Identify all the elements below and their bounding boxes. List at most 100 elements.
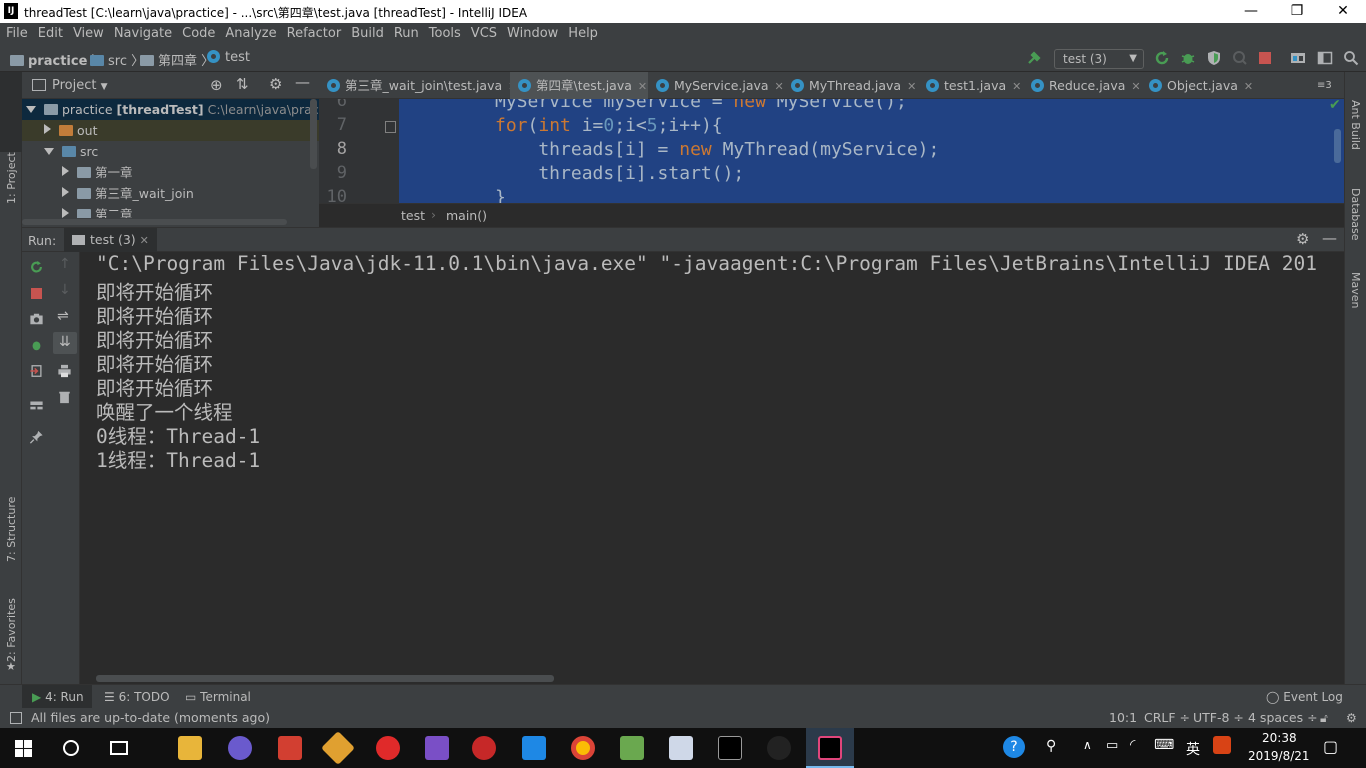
file-explorer-icon[interactable] — [178, 736, 202, 760]
search-icon[interactable] — [1343, 50, 1359, 66]
crosshair-icon[interactable]: ⊕ — [210, 76, 223, 94]
tree-node-practice[interactable]: practice [threadTest] C:\learn\java\prac… — [22, 99, 342, 120]
app-cat-icon[interactable] — [228, 736, 252, 760]
close-tab-icon[interactable]: ✕ — [1244, 80, 1253, 93]
menu-edit[interactable]: Edit — [32, 23, 67, 41]
wifi-icon[interactable]: ◜ — [1130, 737, 1135, 753]
keyboard-icon[interactable]: ⌨ — [1154, 737, 1174, 753]
search-icon[interactable] — [63, 740, 79, 756]
debug-bug-icon[interactable] — [1180, 50, 1196, 66]
ime-indicator[interactable]: 英 — [1186, 739, 1200, 759]
rerun-icon[interactable] — [29, 260, 44, 274]
layout-icon[interactable] — [1317, 50, 1333, 66]
tab-myservice[interactable]: MyService.java ✕ — [648, 72, 784, 99]
horizontal-scrollbar[interactable] — [22, 219, 287, 225]
tab-mythread[interactable]: MyThread.java ✕ — [783, 72, 918, 99]
hide-icon[interactable]: — — [1322, 229, 1337, 247]
bottom-tab-run[interactable]: ▶ 4: Run — [22, 685, 92, 709]
office-icon[interactable] — [278, 736, 302, 760]
close-tab-icon[interactable]: ✕ — [907, 80, 916, 93]
task-view-icon[interactable] — [110, 741, 128, 755]
notification-icon[interactable]: ▢ — [1323, 737, 1338, 756]
code-editor[interactable]: 6 7 8 9 10 MyService myService = new MyS… — [319, 99, 1344, 203]
tab-chapter4-test[interactable]: 第四章\test.java ✕ — [510, 72, 648, 99]
editor-scrollbar[interactable] — [1334, 129, 1341, 163]
caret-position[interactable]: 10:1 — [1109, 708, 1137, 728]
fold-icon[interactable] — [385, 121, 396, 133]
menu-refactor[interactable]: Refactor — [281, 23, 346, 41]
vertical-scrollbar[interactable] — [310, 99, 317, 169]
menu-window[interactable]: Window — [501, 23, 562, 41]
menu-code[interactable]: Code — [176, 23, 219, 41]
app-red-icon[interactable] — [472, 736, 496, 760]
intellij-taskbar-button[interactable] — [806, 728, 854, 768]
menu-navigate[interactable]: Navigate — [108, 23, 176, 41]
exit-icon[interactable] — [29, 364, 44, 378]
trash-icon[interactable] — [57, 390, 72, 404]
tab-chapter3-test[interactable]: 第三章_wait_join\test.java✕ — [319, 72, 517, 99]
layout-icon[interactable] — [29, 398, 44, 412]
gear-icon[interactable]: ⚙ — [269, 75, 282, 93]
windows-start-icon[interactable] — [15, 740, 32, 757]
chevron-up-icon[interactable]: ∧ — [1083, 738, 1092, 752]
menu-vcs[interactable]: VCS — [465, 23, 501, 41]
database-tool-button[interactable]: Database — [1349, 188, 1362, 241]
breadcrumb-method[interactable]: main() — [446, 208, 487, 223]
tab-object[interactable]: Object.java ✕ — [1141, 72, 1259, 99]
rerun-icon[interactable] — [1154, 50, 1170, 66]
pin-icon[interactable] — [29, 430, 44, 444]
tree-node-chapter3[interactable]: 第三章_wait_join — [22, 183, 319, 204]
sogou-icon[interactable] — [1213, 736, 1231, 754]
encoding-select[interactable]: UTF-8 ÷ — [1193, 708, 1244, 728]
help-icon[interactable]: ? — [1003, 736, 1025, 758]
tab-reduce[interactable]: Reduce.java ✕ — [1023, 72, 1141, 99]
clock-date[interactable]: 2019/8/21 — [1248, 749, 1310, 763]
indent-select[interactable]: 4 spaces ÷ — [1248, 708, 1318, 728]
close-tab-icon[interactable]: ✕ — [140, 234, 149, 247]
scroll-to-end-toggle[interactable]: ⇊ — [53, 332, 77, 354]
minimize-button[interactable]: — — [1228, 0, 1274, 23]
git-icon[interactable] — [321, 731, 355, 765]
tree-node-out[interactable]: out — [22, 120, 319, 141]
stop-icon[interactable] — [1259, 52, 1271, 64]
soft-wrap-icon[interactable]: ⇌ — [57, 308, 69, 324]
print-icon[interactable] — [57, 364, 72, 378]
arrow-down-icon[interactable]: ↓ — [59, 282, 71, 298]
menu-build[interactable]: Build — [345, 23, 388, 41]
line-separator-select[interactable]: CRLF ÷ — [1144, 708, 1190, 728]
console-horizontal-scrollbar[interactable] — [96, 675, 554, 682]
breadcrumb-test[interactable]: test — [207, 50, 250, 65]
tab-overflow-button[interactable]: ≡3 — [1309, 72, 1332, 99]
hide-icon[interactable]: — — [295, 73, 310, 91]
build-hammer-icon[interactable] — [1026, 50, 1042, 66]
inspector-icon[interactable]: ⚙ — [1346, 708, 1357, 728]
tree-node-chapter1[interactable]: 第一章 — [22, 162, 319, 183]
close-tab-icon[interactable]: ✕ — [638, 80, 647, 93]
close-button[interactable]: ✕ — [1320, 0, 1366, 23]
profile-icon[interactable] — [1232, 50, 1248, 66]
ant-build-tool-button[interactable]: Ant Build — [1349, 100, 1362, 150]
menu-file[interactable]: File — [0, 23, 32, 41]
favorites-tool-button[interactable]: 2: Favorites — [5, 598, 18, 662]
coverage-icon[interactable] — [1206, 50, 1222, 66]
breadcrumb-chapter4[interactable]: 第四章 〉 — [140, 50, 214, 69]
maximize-button[interactable]: ❐ — [1274, 0, 1320, 23]
netease-music-icon[interactable] — [376, 736, 400, 760]
run-tab-test3[interactable]: test (3) ✕ — [64, 228, 157, 252]
run-configuration-select[interactable]: test (3) ▼ — [1054, 49, 1144, 69]
stop-icon[interactable] — [31, 288, 42, 299]
people-icon[interactable]: ⚲ — [1046, 738, 1056, 754]
qq-icon[interactable] — [767, 736, 791, 760]
arrow-up-icon[interactable]: ↑ — [59, 256, 71, 272]
chrome-icon[interactable] — [571, 736, 595, 760]
menu-tools[interactable]: Tools — [423, 23, 465, 41]
clock-time[interactable]: 20:38 — [1262, 731, 1297, 745]
visual-studio-icon[interactable] — [425, 736, 449, 760]
bottom-tab-todo[interactable]: ☰ 6: TODO — [94, 685, 178, 709]
project-view-select[interactable]: Project ▼ — [52, 78, 108, 93]
breadcrumb-class[interactable]: test — [401, 208, 425, 223]
camera-icon[interactable] — [29, 312, 44, 326]
app-bird-icon[interactable] — [669, 736, 693, 760]
app-blue-icon[interactable] — [522, 736, 546, 760]
collapse-all-icon[interactable]: ⇅ — [236, 75, 249, 93]
